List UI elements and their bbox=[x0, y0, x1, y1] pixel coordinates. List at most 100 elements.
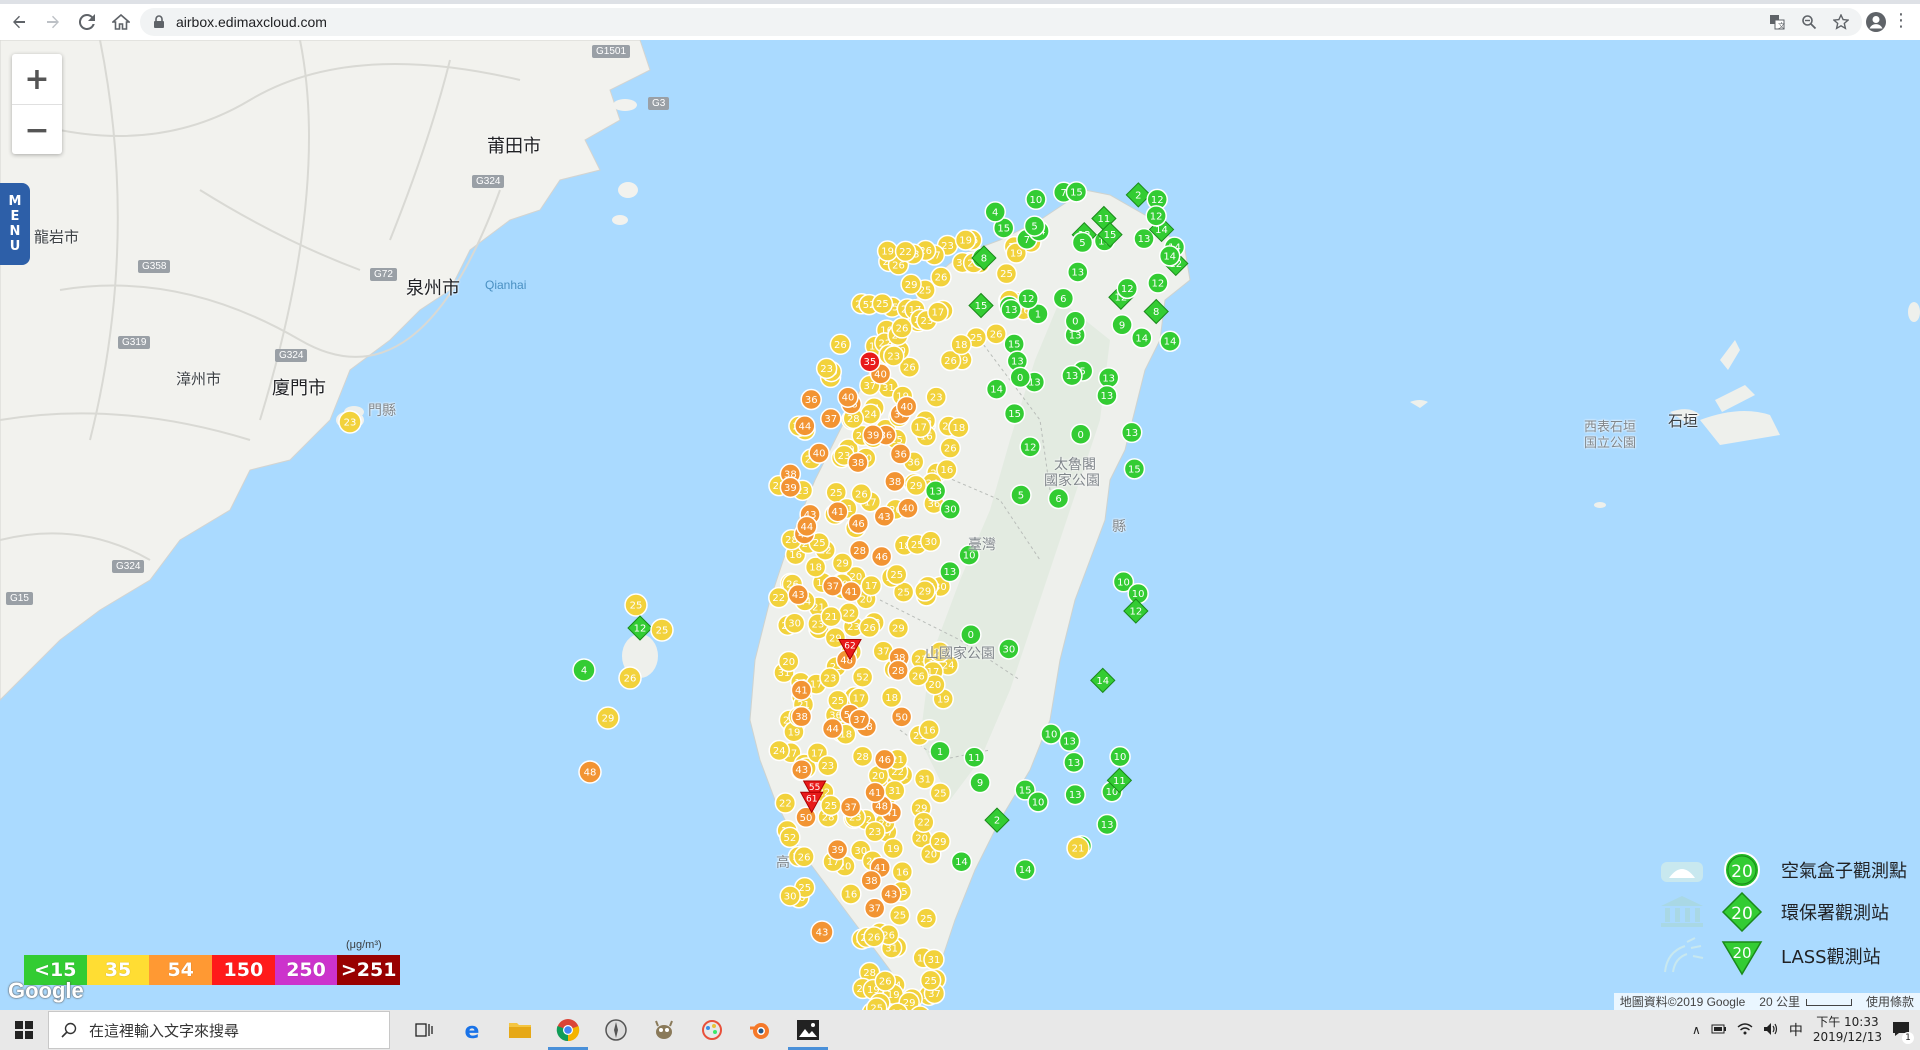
station-marker[interactable]: 25 bbox=[885, 563, 908, 586]
station-marker[interactable]: 52 bbox=[851, 666, 874, 688]
station-marker[interactable]: 0 bbox=[1009, 366, 1031, 389]
station-marker[interactable]: 37 bbox=[848, 708, 871, 731]
station-marker[interactable]: 26 bbox=[618, 666, 642, 690]
station-marker[interactable]: 17 bbox=[927, 301, 949, 323]
station-marker[interactable]: 16 bbox=[918, 719, 940, 741]
station-marker[interactable]: 11 bbox=[963, 746, 986, 769]
epa-station-marker[interactable]: 2 bbox=[1125, 182, 1152, 208]
reload-icon[interactable] bbox=[72, 7, 102, 37]
station-marker[interactable]: 28 bbox=[848, 539, 871, 562]
station-marker[interactable]: 39 bbox=[862, 424, 884, 446]
photos-app-icon[interactable] bbox=[784, 1010, 832, 1050]
taskbar-search-box[interactable]: 在這裡輸入文字來搜尋 bbox=[48, 1011, 390, 1049]
windows-start-icon[interactable] bbox=[0, 1010, 48, 1050]
station-marker[interactable]: 29 bbox=[900, 273, 922, 296]
station-marker[interactable]: 14 bbox=[1014, 858, 1036, 881]
address-bar[interactable]: airbox.edimaxcloud.com 文 bbox=[140, 8, 1862, 36]
station-marker[interactable]: 26 bbox=[850, 483, 873, 505]
station-marker[interactable]: 28 bbox=[887, 659, 909, 682]
station-marker[interactable]: 25 bbox=[820, 794, 842, 817]
station-marker[interactable]: 25 bbox=[929, 782, 952, 804]
station-marker[interactable]: 10 bbox=[1109, 745, 1131, 768]
station-marker[interactable]: 26 bbox=[829, 333, 852, 356]
station-marker[interactable]: 43 bbox=[810, 920, 834, 944]
star-icon[interactable] bbox=[1830, 12, 1852, 32]
station-marker[interactable]: 25 bbox=[888, 904, 911, 926]
ime-indicator[interactable]: 中 bbox=[1789, 1020, 1803, 1040]
station-marker[interactable]: 30 bbox=[779, 885, 801, 907]
station-marker[interactable]: 37 bbox=[863, 897, 886, 919]
station-marker[interactable]: 14 bbox=[1159, 330, 1181, 352]
station-marker[interactable]: 23 bbox=[925, 386, 947, 408]
paint-app-icon[interactable] bbox=[688, 1010, 736, 1050]
station-marker[interactable]: 12 bbox=[1147, 272, 1169, 294]
station-marker[interactable]: 38 bbox=[847, 451, 869, 474]
file-explorer-icon[interactable] bbox=[496, 1010, 544, 1050]
station-marker[interactable]: 43 bbox=[787, 583, 809, 606]
gimp-icon[interactable] bbox=[640, 1010, 688, 1050]
station-marker[interactable]: 29 bbox=[596, 706, 620, 730]
station-marker[interactable]: 41 bbox=[840, 580, 862, 603]
station-marker[interactable]: 0 bbox=[1064, 310, 1087, 332]
station-marker[interactable]: 16 bbox=[840, 883, 862, 905]
station-marker[interactable]: 43 bbox=[791, 758, 813, 781]
station-marker[interactable]: 25 bbox=[624, 593, 648, 617]
station-marker[interactable]: 13 bbox=[1096, 813, 1118, 836]
station-marker[interactable]: 38 bbox=[790, 705, 813, 728]
station-marker[interactable]: 43 bbox=[873, 505, 896, 528]
station-marker[interactable]: 30 bbox=[919, 530, 942, 553]
station-marker[interactable]: 13 bbox=[1061, 364, 1083, 387]
epa-station-marker[interactable]: 12 bbox=[627, 615, 653, 641]
station-marker[interactable]: 23 bbox=[338, 410, 362, 434]
station-marker[interactable]: 23 bbox=[815, 357, 838, 380]
station-marker[interactable]: 21 bbox=[1066, 836, 1090, 860]
station-marker[interactable]: 19 bbox=[882, 837, 904, 860]
station-marker[interactable]: 13 bbox=[1000, 298, 1022, 321]
home-icon[interactable] bbox=[106, 7, 136, 37]
station-marker[interactable]: 12 bbox=[1116, 277, 1139, 300]
station-marker[interactable]: 6 bbox=[1052, 287, 1075, 310]
station-marker[interactable]: 13 bbox=[924, 480, 947, 502]
station-marker[interactable]: 5 bbox=[1023, 215, 1046, 237]
station-marker[interactable]: 29 bbox=[929, 830, 951, 853]
station-marker[interactable]: 36 bbox=[800, 388, 822, 411]
station-marker[interactable]: 37 bbox=[839, 796, 862, 818]
station-marker[interactable]: 26 bbox=[874, 970, 897, 992]
station-marker[interactable]: 26 bbox=[907, 665, 930, 687]
station-marker[interactable]: 5 bbox=[1071, 231, 1094, 254]
station-marker[interactable]: 23 bbox=[882, 345, 905, 367]
station-marker[interactable]: 30 bbox=[939, 498, 962, 520]
station-marker[interactable]: 44 bbox=[821, 717, 844, 740]
station-marker[interactable]: 35 bbox=[859, 350, 881, 373]
station-marker[interactable]: 6 bbox=[1047, 487, 1070, 510]
wifi-icon[interactable] bbox=[1737, 1022, 1753, 1039]
station-marker[interactable]: 9 bbox=[1111, 314, 1133, 336]
station-marker[interactable]: 13 bbox=[1063, 751, 1085, 774]
station-marker[interactable]: 44 bbox=[794, 415, 816, 437]
station-marker[interactable]: 15 bbox=[1003, 402, 1026, 425]
station-marker[interactable]: 25 bbox=[871, 292, 894, 315]
station-marker[interactable]: 25 bbox=[915, 907, 938, 930]
station-marker[interactable]: 37 bbox=[822, 575, 844, 597]
station-marker[interactable]: 29 bbox=[887, 617, 910, 639]
volume-icon[interactable] bbox=[1763, 1022, 1779, 1039]
back-icon[interactable] bbox=[4, 7, 34, 37]
station-marker[interactable]: 29 bbox=[914, 580, 936, 602]
station-marker[interactable]: 12 bbox=[1017, 287, 1039, 310]
station-marker[interactable]: 26 bbox=[985, 323, 1007, 345]
station-marker[interactable]: 41 bbox=[827, 500, 849, 523]
station-marker[interactable]: 10 bbox=[1040, 723, 1062, 745]
station-marker[interactable]: 31 bbox=[913, 768, 936, 790]
station-marker[interactable]: 46 bbox=[870, 545, 893, 568]
edge-icon[interactable]: e bbox=[448, 1010, 496, 1050]
station-marker[interactable]: 13 bbox=[1064, 783, 1086, 806]
station-marker[interactable]: 39 bbox=[779, 476, 802, 499]
station-marker[interactable]: 31 bbox=[923, 948, 945, 971]
station-marker[interactable]: 18 bbox=[948, 416, 970, 439]
forward-icon[interactable] bbox=[38, 7, 68, 37]
station-marker[interactable]: 40 bbox=[895, 395, 918, 418]
station-marker[interactable]: 13 bbox=[939, 560, 961, 583]
chrome-icon[interactable] bbox=[544, 1010, 592, 1050]
station-marker[interactable]: 22 bbox=[838, 602, 860, 624]
station-marker[interactable]: 39 bbox=[826, 838, 849, 861]
